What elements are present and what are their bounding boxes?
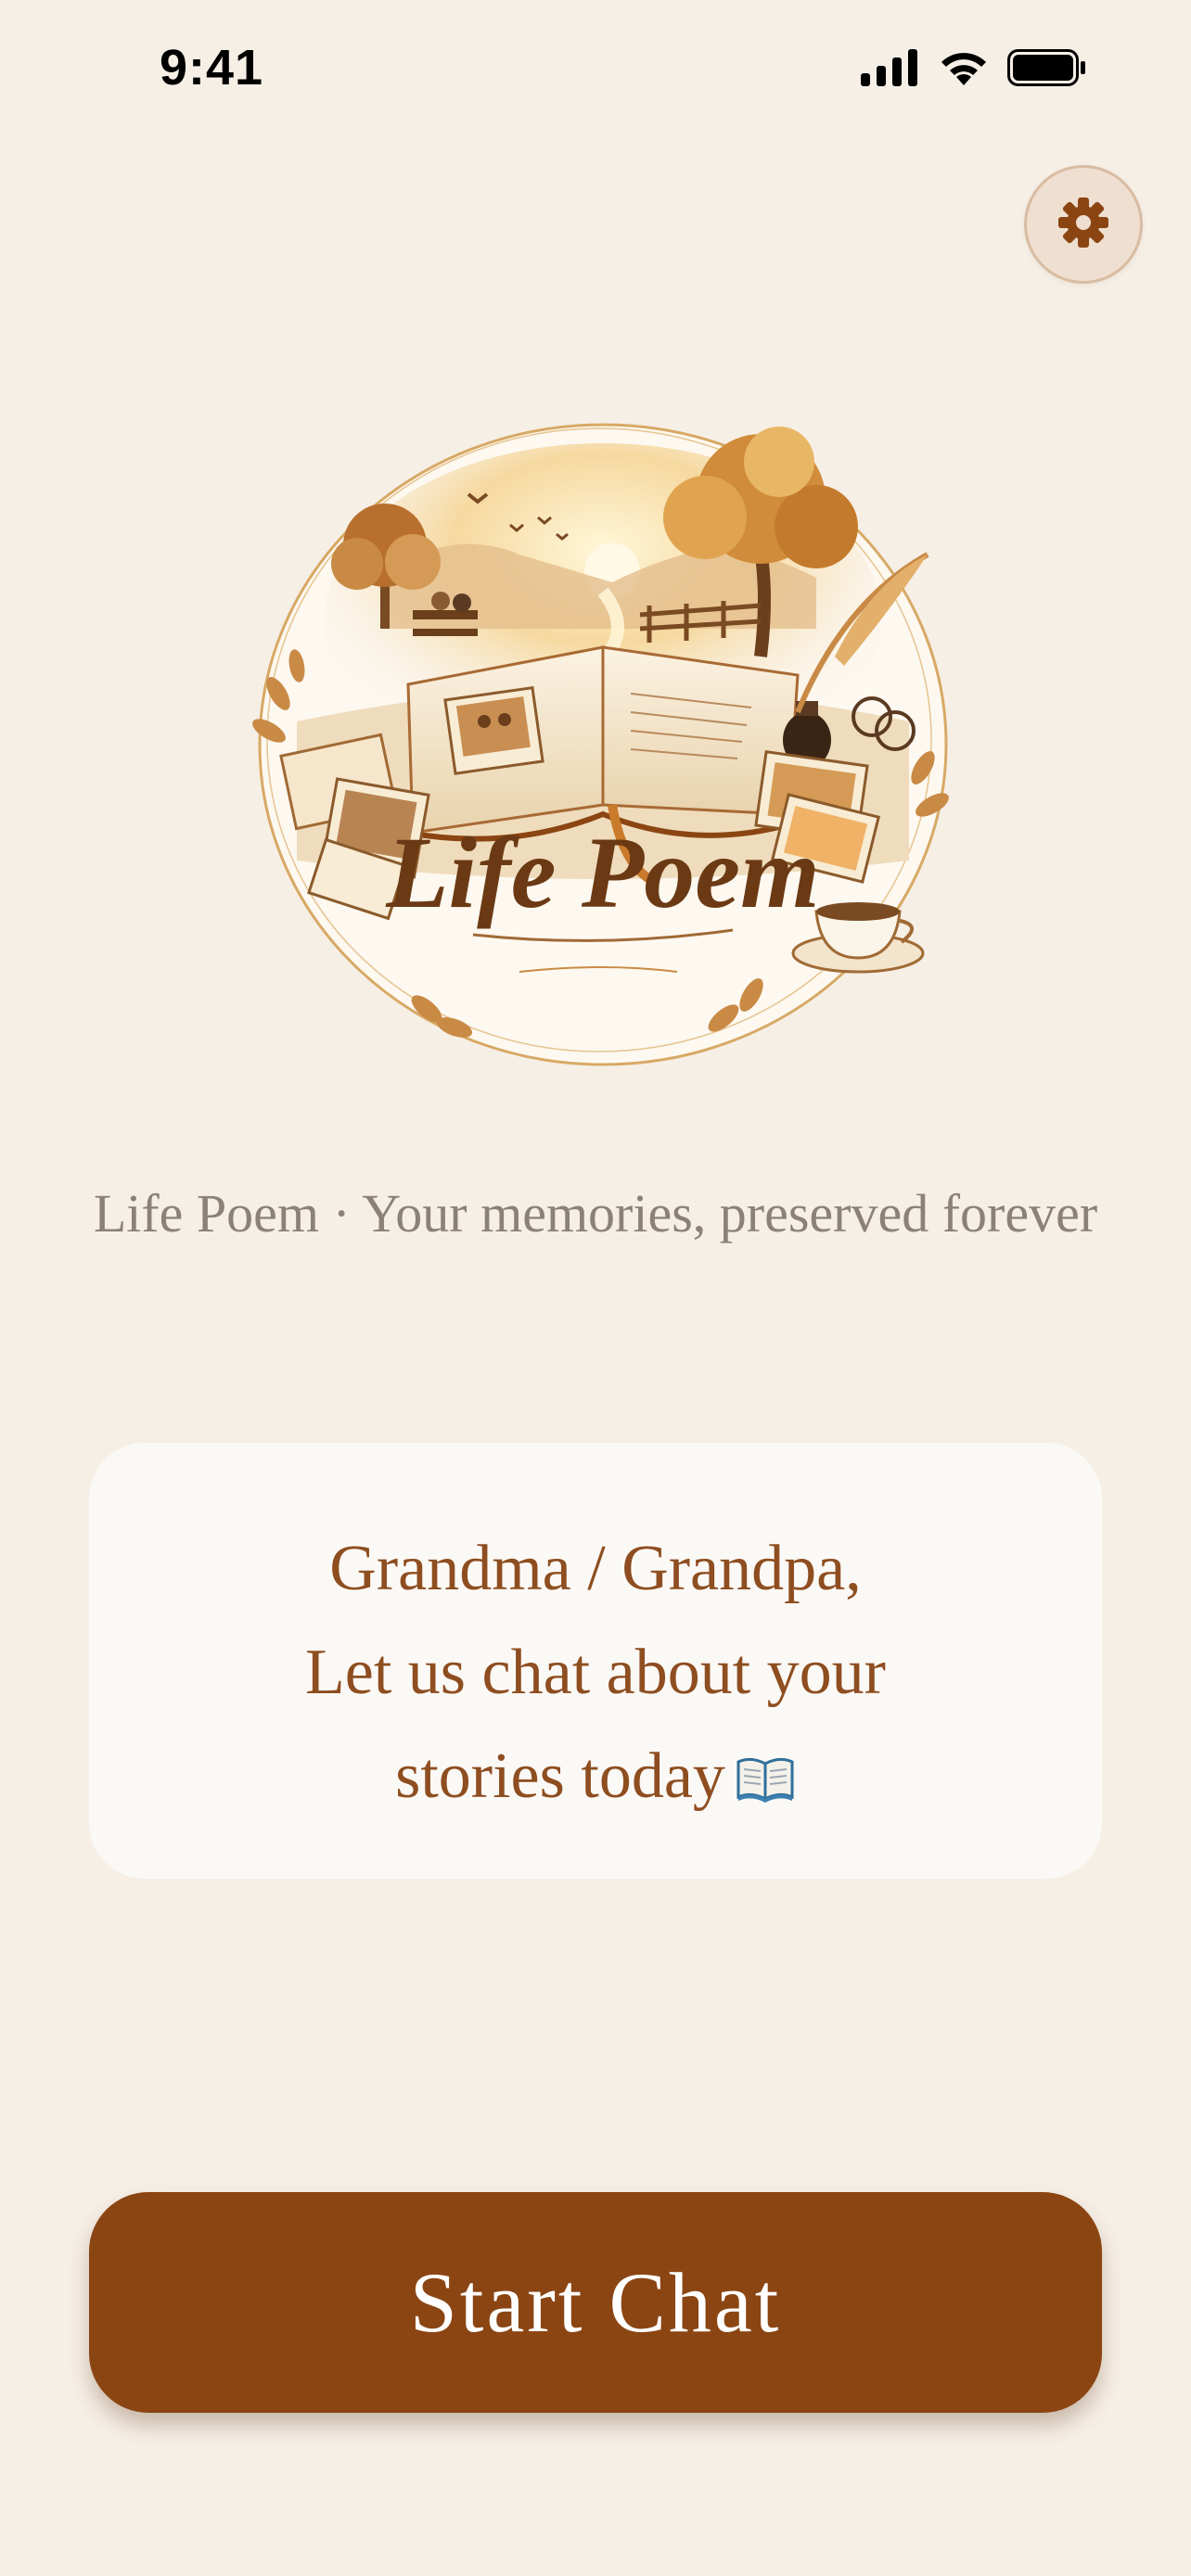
logo-text: Life Poem	[385, 816, 819, 929]
settings-button[interactable]	[1024, 165, 1143, 284]
signal-icon	[861, 49, 920, 91]
life-poem-logo: Life Poem	[241, 415, 965, 1092]
start-chat-button[interactable]: Start Chat	[89, 2192, 1102, 2413]
open-book-icon	[735, 1730, 796, 1834]
start-chat-label: Start Chat	[409, 2255, 782, 2350]
gear-icon	[1057, 196, 1110, 254]
greeting-line-2: Let us chat about your	[305, 1637, 886, 1708]
tagline: Life Poem · Your memories, preserved for…	[93, 1183, 1098, 1243]
battery-icon	[1007, 49, 1087, 91]
wifi-icon	[937, 48, 991, 92]
status-bar: 9:41	[0, 0, 1191, 139]
status-time: 9:41	[160, 40, 264, 96]
greeting-card: Grandma / Grandpa, Let us chat about you…	[89, 1443, 1102, 1879]
greeting-line-1: Grandma / Grandpa,	[329, 1533, 862, 1604]
greeting-line-3-text: stories today	[395, 1741, 725, 1812]
greeting-line-3: stories today	[126, 1725, 1065, 1834]
status-icons	[861, 48, 1087, 92]
